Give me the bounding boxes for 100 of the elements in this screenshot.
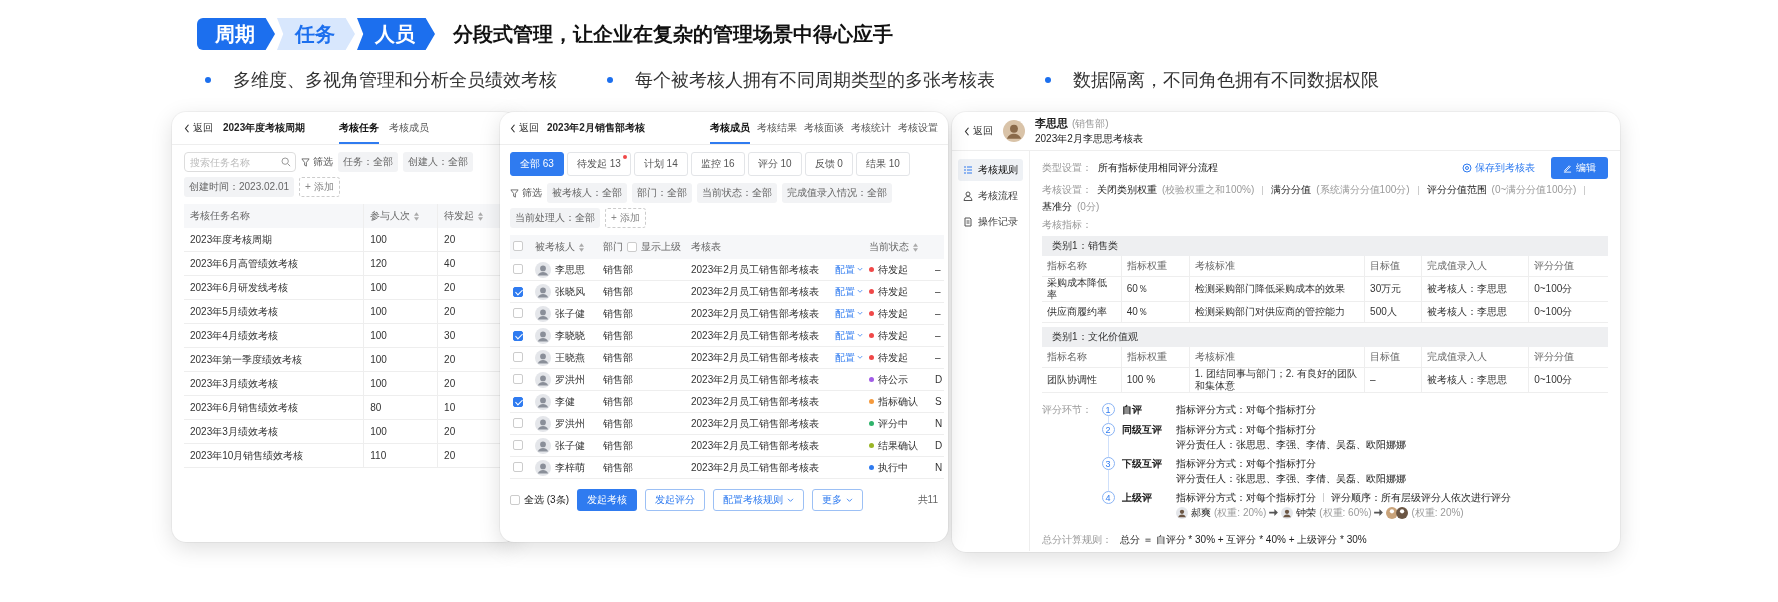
setting-name: 满分分值 <box>1271 183 1312 197</box>
step-name: 下级互评 <box>1122 457 1163 471</box>
status-tab[interactable]: 结果 10 <box>855 152 910 176</box>
avatar-icon <box>535 393 551 410</box>
step-name: 自评 <box>1122 403 1143 417</box>
checkbox[interactable] <box>627 242 637 252</box>
step-name: 上级评 <box>1122 491 1153 505</box>
table-cell: D <box>932 434 944 457</box>
checkbox[interactable] <box>513 307 523 318</box>
tab[interactable]: 考核结果 <box>757 112 797 144</box>
tab[interactable]: 考核面谈 <box>804 112 844 144</box>
filter-chip[interactable]: 被考核人：全部 <box>547 183 627 203</box>
settings-icon <box>1462 163 1472 173</box>
checkbox[interactable] <box>513 417 523 428</box>
checkbox[interactable] <box>513 263 523 274</box>
table-cell: 销售部 <box>600 302 688 325</box>
config-link[interactable]: 配置 <box>835 328 863 343</box>
add-filter-button[interactable]: + 添加 <box>605 208 646 228</box>
table-cell: 2023年2月员工销售部考核表 <box>691 262 819 277</box>
dropdown-button[interactable]: 更多 <box>812 489 863 511</box>
step-detail: 评分顺序：所有层级评分人依次进行评分 <box>1331 491 1511 504</box>
avatar-icon <box>535 283 551 300</box>
table-cell: – <box>932 259 944 281</box>
checkbox[interactable] <box>513 330 523 341</box>
back-button[interactable]: 返回 <box>964 124 993 138</box>
checkbox[interactable] <box>513 351 523 362</box>
filter-chip[interactable]: 部门：全部 <box>632 183 692 203</box>
sidebar-item[interactable]: 操作记录 <box>958 211 1023 233</box>
status-tab[interactable]: 待发起 13 <box>566 152 631 176</box>
filter-button[interactable]: 筛选 <box>510 186 542 200</box>
column-header: 参与人次 <box>363 204 438 228</box>
tab[interactable]: 考核成员 <box>710 112 750 144</box>
sidebar-item[interactable]: 考核规则 <box>958 159 1023 181</box>
config-link[interactable]: 配置 <box>835 350 863 365</box>
table-cell: 1. 团结同事与部门；2. 有良好的团队和集体意 <box>1189 367 1365 393</box>
edit-icon <box>1563 163 1572 173</box>
status-text: 指标确认 <box>878 394 918 409</box>
step-number: 1 <box>1101 403 1115 416</box>
status-tab[interactable]: 反馈 0 <box>804 152 853 176</box>
chevron-left-icon <box>510 123 516 133</box>
table-cell: 检测采购部门降低采购成本的效果 <box>1189 276 1365 302</box>
config-link[interactable]: 配置 <box>835 306 863 321</box>
config-link[interactable]: 配置 <box>835 262 863 277</box>
config-link[interactable]: 配置 <box>835 284 863 299</box>
table-cell: 500人 <box>1364 301 1422 323</box>
status-tab[interactable]: 监控 16 <box>690 152 745 176</box>
sidebar-item[interactable]: 考核流程 <box>958 185 1023 207</box>
dropdown-button[interactable]: 配置考核规则 <box>713 489 804 511</box>
table-cell: 0~100分 <box>1528 367 1608 393</box>
field-label: 评分环节： <box>1042 403 1092 417</box>
person-name: 张子健 <box>555 438 585 453</box>
column-header: 完成值录入人 <box>1421 347 1529 368</box>
checkbox[interactable] <box>513 241 523 251</box>
back-button[interactable]: 返回 <box>510 121 539 135</box>
status-tab[interactable]: 评分 10 <box>747 152 802 176</box>
table-cell: 采购成本降低率 <box>1042 276 1122 302</box>
start-review-button[interactable]: 发起考核 <box>577 489 637 511</box>
column-header: 完成值录入人 <box>1421 256 1529 277</box>
tab[interactable]: 考核任务 <box>339 112 380 144</box>
table-cell: 销售部 <box>600 390 688 413</box>
filter-chip[interactable]: 当前状态：全部 <box>697 183 777 203</box>
action-button[interactable]: 发起评分 <box>645 489 705 511</box>
checkbox[interactable] <box>510 495 520 505</box>
checkbox[interactable] <box>513 396 523 407</box>
step-tag: 任务 <box>277 18 355 50</box>
table-cell: 120 <box>363 251 438 276</box>
caret-icon <box>857 333 863 338</box>
headline: 分段式管理，让企业在复杂的管理场景中得心应手 <box>453 21 893 47</box>
checkbox[interactable] <box>513 461 523 472</box>
step-detail: 评分责任人：张思思、李强、李倩、吴磊、欧阳娜娜 <box>1176 438 1406 451</box>
table-cell: 2023年2月员工销售部考核表 <box>691 394 819 409</box>
tab[interactable]: 考核成员 <box>389 112 430 144</box>
checkbox[interactable] <box>513 373 523 384</box>
edit-button[interactable]: 编辑 <box>1551 157 1608 179</box>
filter-chip[interactable]: 完成值录入情况：全部 <box>782 183 892 203</box>
person-name: 张晓风 <box>555 284 585 299</box>
filter-chip[interactable]: 创建人：全部 <box>403 152 473 172</box>
filter-icon <box>301 157 310 167</box>
tab[interactable]: 考核统计 <box>851 112 891 144</box>
avatar-icon <box>535 459 551 476</box>
person-name: 罗洪州 <box>555 372 585 387</box>
status-tab[interactable]: 计划 14 <box>633 152 688 176</box>
reviewer-name: 郝爽 <box>1191 506 1211 519</box>
step-tag: 周期 <box>197 18 275 50</box>
filter-chip[interactable]: 当前处理人：全部 <box>510 208 600 228</box>
checkbox[interactable] <box>513 286 523 297</box>
save-link[interactable]: 保存到考核表 <box>1462 161 1535 175</box>
back-button[interactable]: 返回 <box>184 121 213 135</box>
filter-chip[interactable]: 创建时间：2023.02.01 <box>184 177 295 197</box>
status-tab[interactable]: 全部 63 <box>510 152 564 176</box>
search-field[interactable]: 搜索任务名称 <box>184 152 296 172</box>
add-filter-button[interactable]: + 添加 <box>299 177 340 197</box>
person-name: 张子健 <box>555 306 585 321</box>
filter-button[interactable]: 筛选 <box>301 155 333 169</box>
field-label: 类型设置： <box>1042 161 1092 175</box>
caret-icon <box>857 311 863 316</box>
table-cell: – <box>932 302 944 325</box>
checkbox[interactable] <box>513 439 523 450</box>
filter-chip[interactable]: 任务：全部 <box>338 152 398 172</box>
tab[interactable]: 考核设置 <box>898 112 938 144</box>
